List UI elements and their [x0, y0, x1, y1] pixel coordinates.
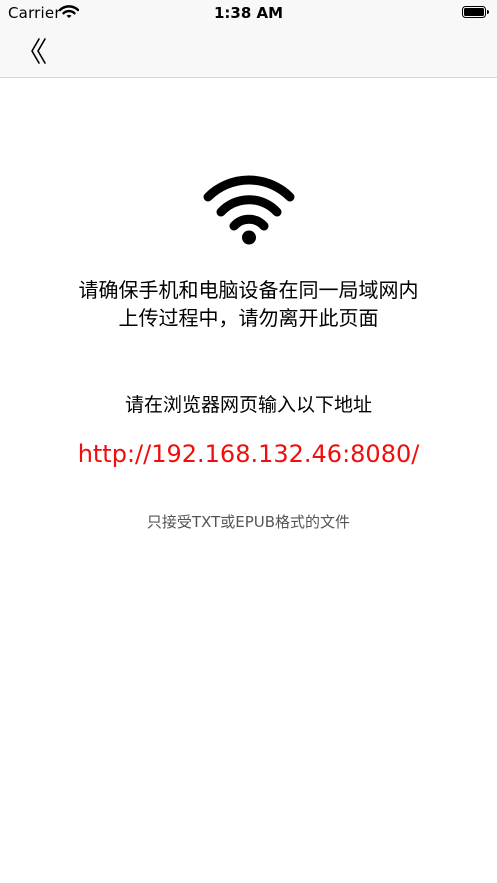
wifi-icon	[203, 175, 295, 245]
chevron-left-icon	[31, 38, 46, 64]
browser-instruction: 请在浏览器网页输入以下地址	[124, 394, 372, 416]
upload-address-link[interactable]: http://192.168.132.46:8080/	[0, 440, 497, 468]
lan-requirement-message: 请确保手机和电脑设备在同一局域网内	[78, 278, 419, 302]
navigation-bar	[0, 26, 497, 78]
stay-on-page-message: 上传过程中，请勿离开此页面	[118, 306, 379, 330]
file-format-note: 只接受TXT或EPUB格式的文件	[146, 513, 351, 531]
battery-icon	[462, 6, 489, 18]
time-label: 1:38 AM	[213, 4, 284, 22]
back-button[interactable]	[22, 34, 56, 68]
status-bar: Carrier 1:38 AM	[0, 0, 497, 26]
